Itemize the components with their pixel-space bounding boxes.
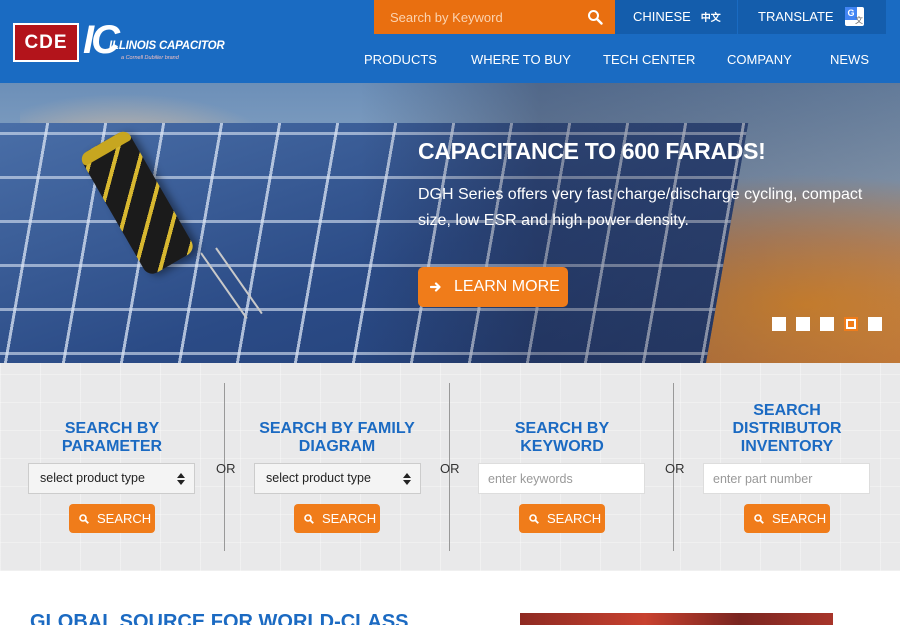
keyword-input[interactable] [478, 463, 645, 494]
part-number-input[interactable] [703, 463, 870, 494]
nav-tech-center[interactable]: TECH CENTER [603, 52, 695, 67]
arrow-right-icon [430, 282, 441, 292]
nav-products[interactable]: PRODUCTS [364, 52, 437, 67]
search-by-keyword-title: SEARCH BY KEYWORD [514, 420, 610, 455]
select-arrows-icon [177, 473, 185, 485]
search-button-label: SEARCH [772, 511, 827, 526]
slide-dot-5[interactable] [868, 317, 882, 331]
nav-company[interactable]: COMPANY [727, 52, 792, 67]
company-logo[interactable]: CDE IC ILLINOIS CAPACITOR a Cornell Dubi… [13, 20, 225, 64]
parameter-search-button[interactable]: SEARCH [69, 504, 155, 533]
nav-news[interactable]: NEWS [830, 52, 869, 67]
or-separator: OR [665, 461, 685, 476]
parameter-product-select[interactable]: select product type [28, 463, 195, 494]
translate-link[interactable]: TRANSLATE G文 [738, 0, 886, 34]
slide-dot-1[interactable] [772, 317, 786, 331]
search-by-family-diagram-title: SEARCH BY FAMILY DIAGRAM [259, 420, 415, 455]
search-button-label: SEARCH [547, 511, 602, 526]
family-diagram-search-button[interactable]: SEARCH [294, 504, 380, 533]
select-value: select product type [40, 471, 145, 485]
search-icon [754, 514, 764, 524]
keyword-search-input[interactable] [374, 0, 574, 34]
section-heading: GLOBAL SOURCE FOR WORLD-CLASS [30, 611, 409, 625]
google-translate-icon: G文 [845, 7, 864, 26]
keyword-search-button[interactable]: SEARCH [519, 504, 605, 533]
header-search [374, 0, 615, 34]
chinese-glyph: 中文 [700, 13, 721, 24]
hero-title: CAPACITANCE TO 600 FARADS! [418, 138, 766, 164]
translate-label: TRANSLATE [758, 9, 834, 24]
logo-subtitle: a Cornell Dubilier brand [121, 55, 179, 61]
chinese-language-link[interactable]: CHINESE 中文 [615, 0, 737, 34]
section-photo [520, 613, 833, 625]
select-value: select product type [266, 471, 371, 485]
slide-dot-4-active[interactable] [844, 317, 858, 331]
search-icon[interactable] [587, 9, 603, 25]
hero-description: DGH Series offers very fast charge/disch… [418, 186, 863, 229]
product-search-section: OR OR OR SEARCH BY PARAMETER select prod… [0, 363, 900, 571]
learn-more-label: LEARN MORE [454, 278, 560, 295]
select-arrows-icon [403, 473, 411, 485]
or-separator: OR [440, 461, 460, 476]
search-icon [529, 514, 539, 524]
search-icon [79, 514, 89, 524]
logo-name: ILLINOIS CAPACITOR [109, 40, 225, 52]
search-button-label: SEARCH [322, 511, 377, 526]
distributor-search-button[interactable]: SEARCH [744, 504, 830, 533]
family-diagram-product-select[interactable]: select product type [254, 463, 421, 494]
learn-more-button[interactable]: LEARN MORE [418, 267, 568, 307]
nav-where-to-buy[interactable]: WHERE TO BUY [471, 52, 571, 67]
search-by-parameter-title: SEARCH BY PARAMETER [61, 420, 163, 455]
slide-dot-2[interactable] [796, 317, 810, 331]
logo-cde: CDE [13, 23, 79, 62]
or-separator: OR [216, 461, 236, 476]
search-distributor-inventory-title: SEARCH DISTRIBUTOR INVENTORY [732, 402, 842, 455]
chinese-label: CHINESE [633, 9, 691, 24]
search-button-label: SEARCH [97, 511, 152, 526]
slide-dot-3[interactable] [820, 317, 834, 331]
site-header: CDE IC ILLINOIS CAPACITOR a Cornell Dubi… [0, 0, 900, 83]
search-icon [304, 514, 314, 524]
